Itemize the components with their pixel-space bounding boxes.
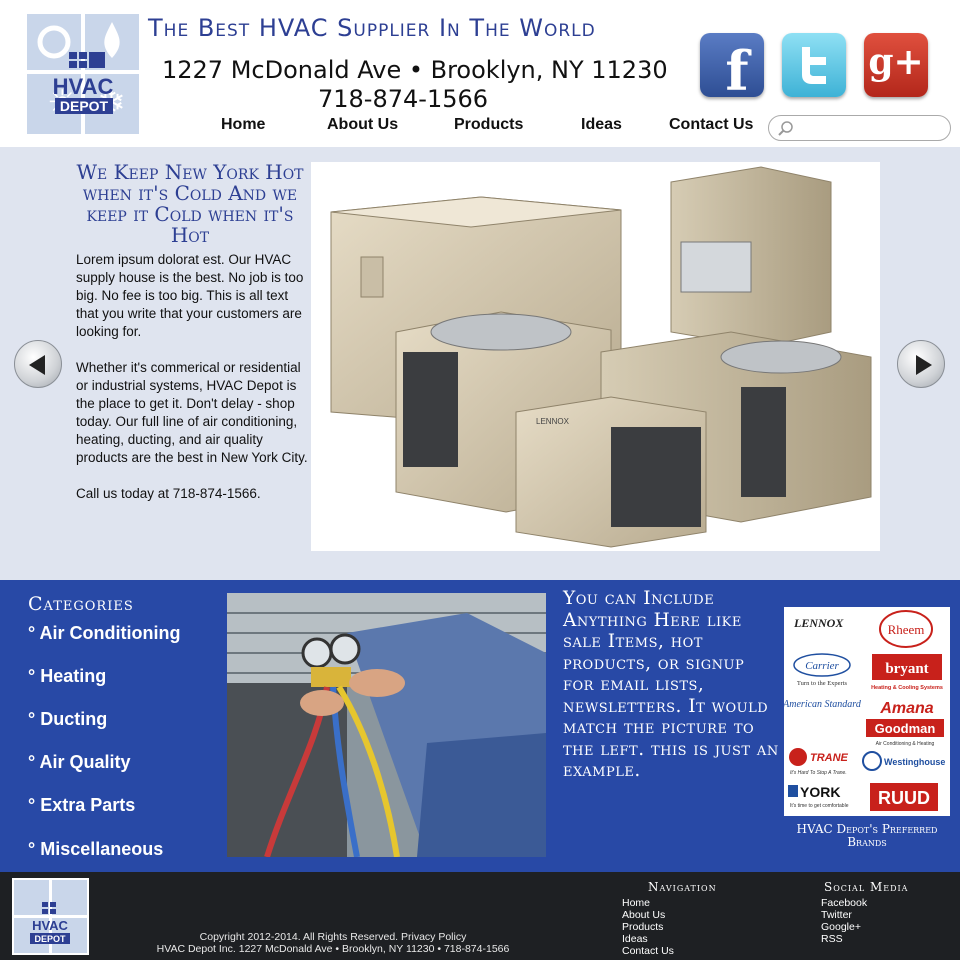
nav-contact-us[interactable]: Contact Us (669, 116, 753, 134)
brand-american-standard-logo: American Standard (784, 699, 862, 710)
slider-prev-button[interactable] (14, 340, 62, 388)
hero-body-text: Lorem ipsum dolorat est. Our HVAC supply… (76, 252, 308, 501)
brand-york-logo: YORK (800, 784, 840, 800)
footer-link-rss[interactable]: RSS (821, 933, 843, 945)
search-box (768, 115, 951, 141)
hero-title: We Keep New York Hot when it's Cold And … (76, 160, 304, 247)
nav-ideas[interactable]: Ideas (581, 116, 622, 134)
brand-westinghouse-logo: Westinghouse (884, 757, 945, 767)
footer-logo-depot: DEPOT (34, 934, 66, 944)
site-header: ☼ ❄ HVAC DEPOT The Best HVAC Supplier In… (0, 0, 960, 147)
hvac-units-image: LENNOX (311, 162, 880, 551)
brand-goodman-logo: Goodman (875, 721, 936, 736)
brand-lennox-logo: LENNOX (793, 616, 844, 630)
footer-social-title: Social Media (824, 880, 909, 894)
category-extra-parts[interactable]: ° Extra Parts (28, 795, 135, 816)
facebook-icon[interactable]: f (700, 33, 764, 97)
hero-section: We Keep New York Hot when it's Cold And … (0, 147, 960, 580)
category-air-quality[interactable]: ° Air Quality (28, 752, 131, 773)
technician-photo (227, 593, 546, 857)
brand-trane-slogan: It's Hard To Stop A Trane. (790, 770, 847, 776)
category-ducting[interactable]: ° Ducting (28, 709, 107, 730)
google-plus-icon[interactable]: g+ (864, 33, 928, 97)
brand-rheem-logo: Rheem (888, 622, 925, 637)
brand-carrier-slogan: Turn to the Experts (797, 680, 848, 687)
brand-goodman-slogan: Air Conditioning & Heating (876, 741, 935, 747)
brand-york-slogan: It's time to get comfortable (790, 803, 849, 809)
footer-link-contact-us[interactable]: Contact Us (622, 945, 674, 957)
nav-home[interactable]: Home (221, 116, 265, 134)
footer-logo-hvac: HVAC (32, 918, 68, 933)
footer-nav-title: Navigation (648, 880, 717, 894)
category-heating[interactable]: ° Heating (28, 666, 106, 687)
logo-wordmark-depot: DEPOT (60, 98, 109, 114)
twitter-icon[interactable] (782, 33, 846, 97)
search-icon[interactable] (778, 121, 794, 137)
copyright-text: Copyright 2012-2014. All Rights Reserved… (100, 931, 566, 955)
nav-products[interactable]: Products (454, 116, 523, 134)
brand-carrier-logo: Carrier (805, 660, 839, 672)
brand-ruud-logo: RUUD (878, 788, 930, 808)
preferred-brands-caption: HVAC Depot's Preferred Brands (796, 822, 938, 849)
logo-wordmark-hvac: HVAC (53, 74, 114, 99)
footer-link-home[interactable]: Home (622, 897, 650, 909)
brand-bryant-logo: bryant (885, 661, 928, 677)
store-phone: 718-874-1566 (318, 85, 489, 113)
footer-link-google-plus[interactable]: Google+ (821, 921, 861, 933)
site-footer: HVAC DEPOT Copyright 2012-2014. All Righ… (0, 872, 960, 960)
footer-logo[interactable]: HVAC DEPOT (12, 878, 89, 955)
brand-trane-logo: TRANE (810, 752, 849, 764)
category-air-conditioning[interactable]: ° Air Conditioning (28, 623, 181, 644)
arrow-right-icon (916, 355, 932, 375)
categories-band: Categories ° Air Conditioning ° Heating … (0, 580, 960, 872)
search-input[interactable] (797, 119, 945, 137)
footer-link-facebook[interactable]: Facebook (821, 897, 867, 909)
brand-amana-logo: Amana (879, 700, 933, 717)
site-logo[interactable]: ☼ ❄ HVAC DEPOT (27, 14, 139, 134)
store-address: 1227 McDonald Ave • Brooklyn, NY 11230 (162, 56, 668, 84)
categories-title: Categories (28, 593, 134, 615)
company-address-line: HVAC Depot Inc. 1227 McDonald Ave • Broo… (156, 943, 510, 955)
hvac-depot-logo-graphic: ☼ ❄ HVAC DEPOT (27, 14, 139, 134)
unit-brand-label: LENNOX (536, 417, 570, 426)
brand-bryant-slogan: Heating & Cooling Systems (871, 685, 943, 691)
copyright-line: Copyright 2012-2014. All Rights Reserved… (199, 931, 467, 943)
slider-next-button[interactable] (897, 340, 945, 388)
preferred-brands-logos: LENNOX Rheem Carrier Turn to the Experts… (782, 607, 950, 816)
site-tagline: The Best HVAC Supplier In The World (148, 14, 596, 42)
footer-link-products[interactable]: Products (622, 921, 663, 933)
footer-link-twitter[interactable]: Twitter (821, 909, 852, 921)
category-miscellaneous[interactable]: ° Miscellaneous (28, 839, 163, 860)
promo-text: You can Include Anything Here like sale … (563, 588, 779, 781)
footer-link-about-us[interactable]: About Us (622, 909, 665, 921)
nav-about-us[interactable]: About Us (327, 116, 398, 134)
arrow-left-icon (29, 355, 45, 375)
footer-link-ideas[interactable]: Ideas (622, 933, 648, 945)
